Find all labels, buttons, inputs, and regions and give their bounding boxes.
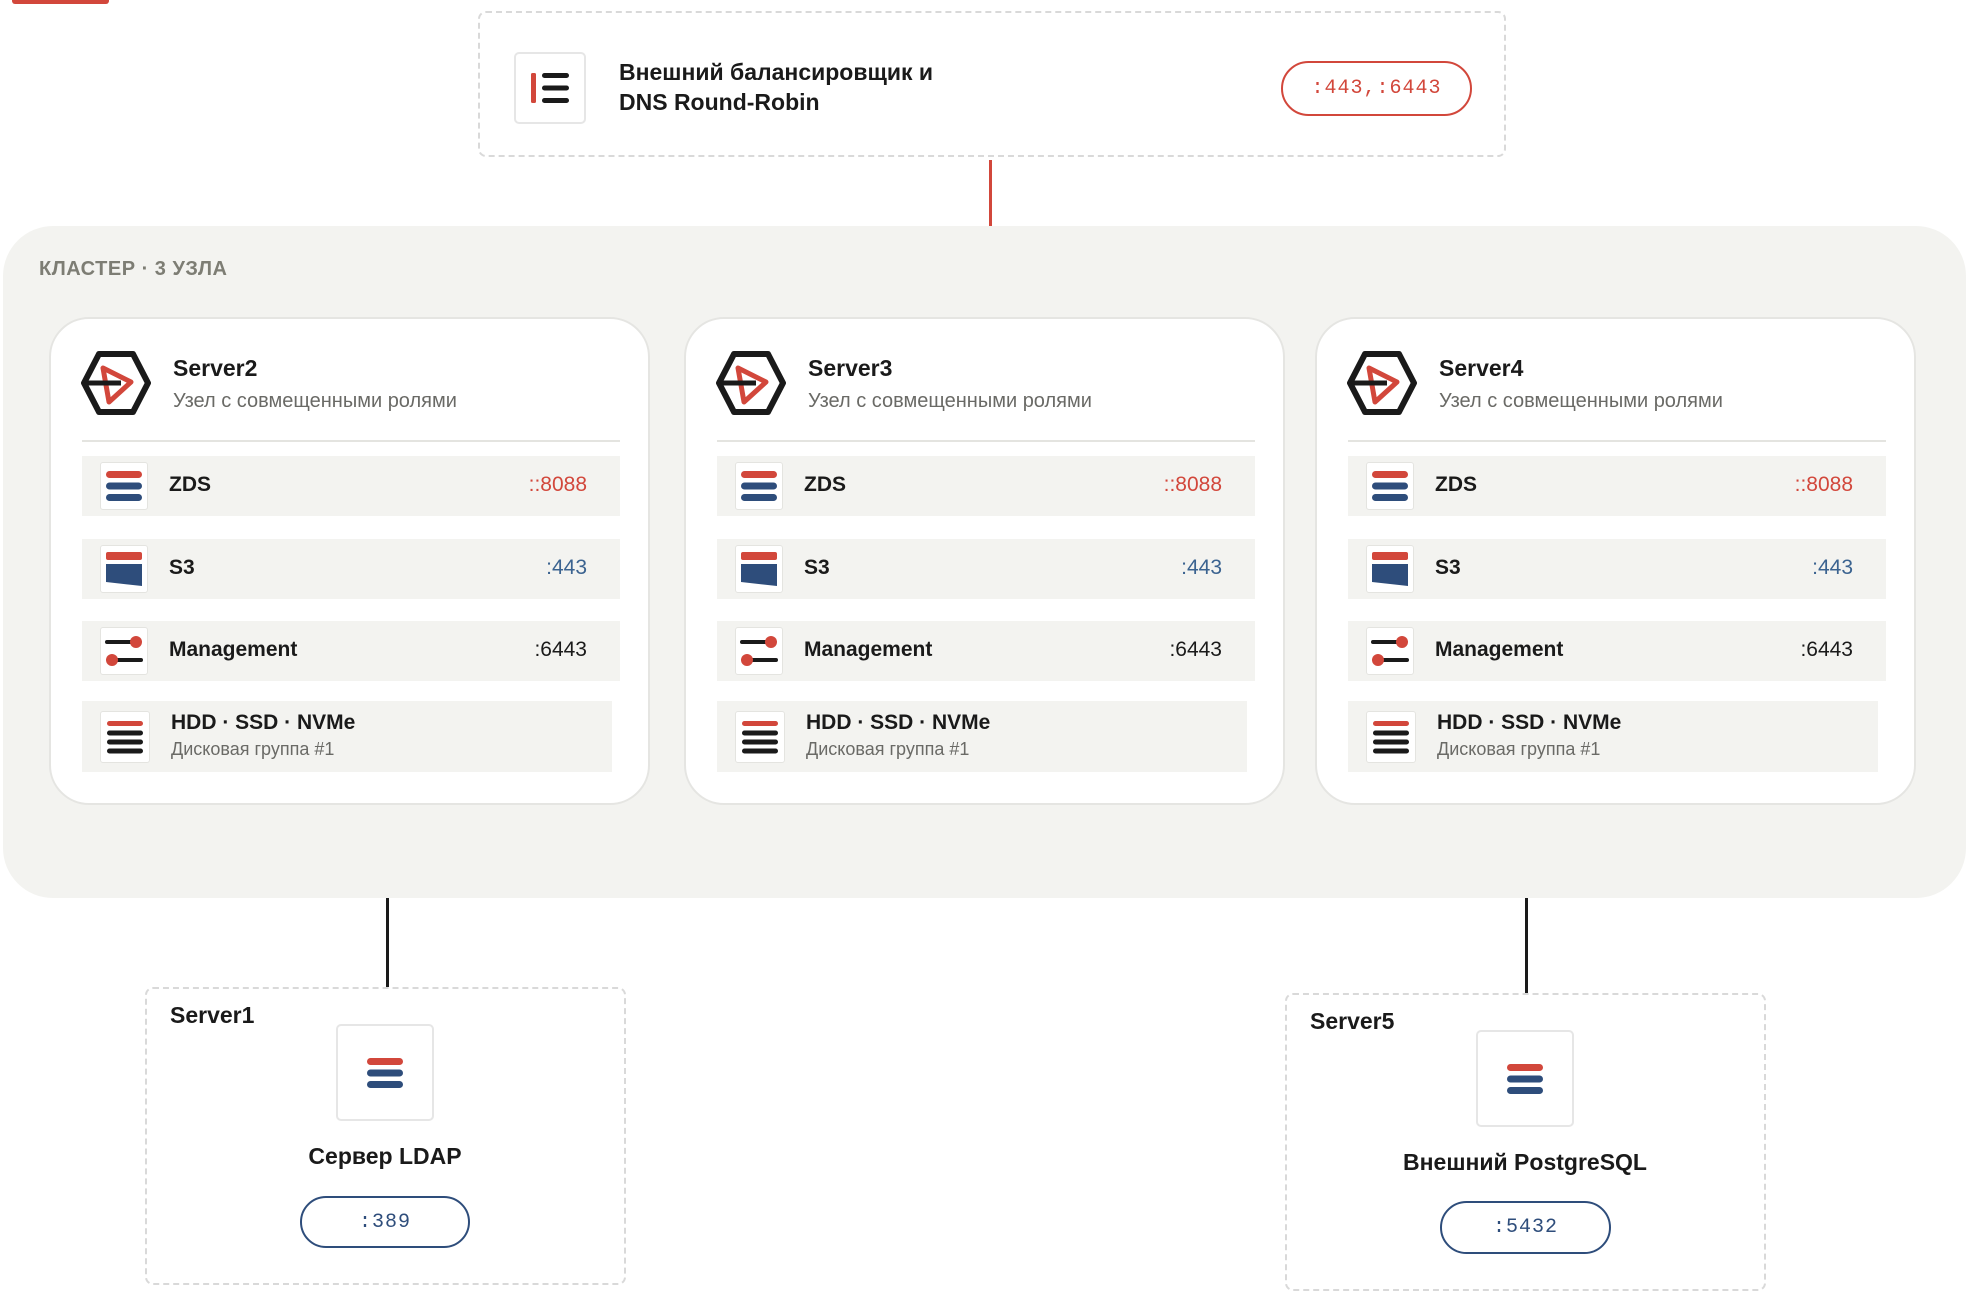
s3-bucket-icon [1366, 545, 1414, 593]
service-row-zds: ZDS ::8088 [717, 456, 1255, 516]
service-port: ::8088 [528, 473, 587, 496]
service-port: ::8088 [1163, 473, 1222, 496]
service-row-zds: ZDS ::8088 [82, 456, 620, 516]
node-name: Server3 [808, 355, 893, 381]
lb-to-cluster-connector [989, 160, 992, 226]
disk-group-row: HDD · SSD · NVMe Дисковая группа #1 [1348, 701, 1878, 772]
service-row-s3: S3 :443 [1348, 539, 1886, 599]
service-row-zds: ZDS ::8088 [1348, 456, 1886, 516]
disk-group-label: Дисковая группа #1 [171, 739, 335, 759]
node-subtitle: Узел с совмещенными ролями [1439, 390, 1723, 412]
disk-types: HDD · SSD · NVMe [806, 711, 991, 734]
service-name: Management [169, 638, 298, 661]
service-row-s3: S3 :443 [717, 539, 1255, 599]
service-port: ::8088 [1794, 473, 1853, 496]
service-port: :6443 [534, 638, 587, 661]
node-subtitle: Узел с совмещенными ролями [808, 390, 1092, 412]
node-logo-icon [716, 351, 786, 420]
disk-types: HDD · SSD · NVMe [171, 711, 356, 734]
cluster-label: КЛАСТЕР · 3 УЗЛА [39, 258, 228, 280]
disk-stack-icon [735, 711, 785, 763]
service-port: :6443 [1800, 638, 1853, 661]
service-name: S3 [804, 556, 830, 579]
service-row-s3: S3 :443 [82, 539, 620, 599]
top-accent-mark [12, 0, 109, 4]
postgres-server-name: Server5 [1310, 1008, 1395, 1034]
service-row-management: Management :6443 [82, 621, 620, 681]
disk-group-label: Дисковая группа #1 [1437, 739, 1601, 759]
load-balancer-icon [514, 52, 586, 124]
disk-group-label: Дисковая группа #1 [806, 739, 970, 759]
service-port: :443 [546, 556, 587, 579]
service-port: :443 [1812, 556, 1853, 579]
postgres-service-name: Внешний PostgreSQL [1403, 1149, 1647, 1175]
service-name: ZDS [804, 473, 846, 496]
service-name: S3 [1435, 556, 1461, 579]
cluster-to-ldap-connector [386, 898, 389, 987]
node-name: Server4 [1439, 355, 1524, 381]
disk-stack-icon [1366, 711, 1416, 763]
service-name: Management [1435, 638, 1564, 661]
zds-icon [100, 462, 148, 510]
cluster-to-postgres-connector [1525, 898, 1528, 993]
service-name: Management [804, 638, 933, 661]
zds-icon [735, 462, 783, 510]
ldap-service-name: Сервер LDAP [308, 1143, 462, 1169]
service-port: :443 [1181, 556, 1222, 579]
service-name: ZDS [1435, 473, 1477, 496]
node-subtitle: Узел с совмещенными ролями [173, 390, 457, 412]
node-card-server4: Server4 Узел с совмещенными ролями ZDS :… [1315, 317, 1916, 805]
node-divider [1348, 440, 1886, 442]
disk-types: HDD · SSD · NVMe [1437, 711, 1622, 734]
service-port: :6443 [1169, 638, 1222, 661]
management-sliders-icon [735, 627, 783, 675]
ldap-database-icon [336, 1024, 434, 1121]
management-sliders-icon [1366, 627, 1414, 675]
postgres-database-icon [1476, 1030, 1574, 1127]
service-row-management: Management :6443 [1348, 621, 1886, 681]
load-balancer-title: Внешний балансировщик и DNS Round-Robin [619, 57, 933, 117]
node-card-server3: Server3 Узел с совмещенными ролями ZDS :… [684, 317, 1285, 805]
ldap-port-badge: :389 [300, 1196, 470, 1248]
ldap-server-name: Server1 [170, 1002, 255, 1028]
node-logo-icon [1347, 351, 1417, 420]
node-name: Server2 [173, 355, 258, 381]
disk-group-row: HDD · SSD · NVMe Дисковая группа #1 [717, 701, 1247, 772]
s3-bucket-icon [100, 545, 148, 593]
load-balancer-ports-badge: :443,:6443 [1281, 61, 1472, 116]
service-row-management: Management :6443 [717, 621, 1255, 681]
zds-icon [1366, 462, 1414, 510]
disk-stack-icon [100, 711, 150, 763]
node-card-server2: Server2 Узел с совмещенными ролями ZDS :… [49, 317, 650, 805]
management-sliders-icon [100, 627, 148, 675]
load-balancer-title-line1: Внешний балансировщик и [619, 59, 934, 85]
service-name: S3 [169, 556, 195, 579]
node-divider [82, 440, 620, 442]
load-balancer-title-line2: DNS Round-Robin [619, 89, 820, 115]
node-logo-icon [81, 351, 151, 420]
s3-bucket-icon [735, 545, 783, 593]
node-divider [717, 440, 1255, 442]
postgres-port-badge: :5432 [1440, 1201, 1611, 1254]
disk-group-row: HDD · SSD · NVMe Дисковая группа #1 [82, 701, 612, 772]
service-name: ZDS [169, 473, 211, 496]
